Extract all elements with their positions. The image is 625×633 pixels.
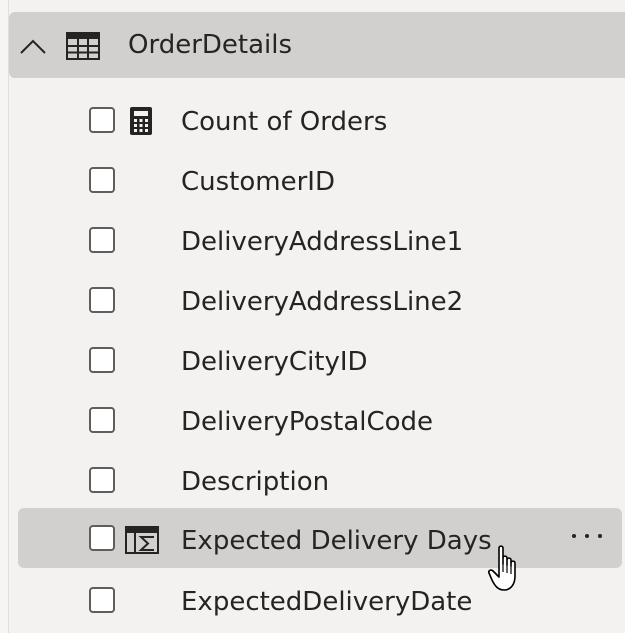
field-row-expected-delivery-days[interactable]: Expected Delivery Days	[18, 508, 622, 568]
field-checkbox[interactable]	[89, 167, 115, 193]
field-checkbox[interactable]	[89, 525, 115, 551]
calculated-column-icon	[125, 526, 159, 558]
field-checkbox[interactable]	[89, 287, 115, 313]
more-options-button[interactable]	[566, 516, 608, 556]
table-header-orderdetails[interactable]: OrderDetails	[9, 12, 625, 78]
field-row-deliverypostalcode[interactable]: DeliveryPostalCode	[18, 393, 622, 451]
hand-pointer-cursor-icon	[488, 544, 526, 598]
chevron-up-icon[interactable]	[19, 32, 47, 58]
field-checkbox[interactable]	[89, 347, 115, 373]
field-row-count-of-orders[interactable]: Count of Orders	[18, 93, 622, 151]
field-checkbox[interactable]	[89, 227, 115, 253]
field-row-deliveryaddressline1[interactable]: DeliveryAddressLine1	[18, 213, 622, 271]
field-label: DeliveryAddressLine2	[181, 287, 464, 317]
field-label: ExpectedDeliveryDate	[181, 587, 473, 617]
field-checkbox[interactable]	[89, 467, 115, 493]
fields-pane: OrderDetails Count of Orders CustomerID	[0, 0, 625, 633]
field-label: CustomerID	[181, 167, 335, 197]
field-label: Description	[181, 467, 330, 497]
field-row-deliverycityid[interactable]: DeliveryCityID	[18, 333, 622, 391]
field-checkbox[interactable]	[89, 107, 115, 133]
field-label: DeliveryCityID	[181, 347, 368, 377]
field-row-deliveryaddressline2[interactable]: DeliveryAddressLine2	[18, 273, 622, 331]
field-row-description[interactable]: Description	[18, 453, 622, 511]
field-row-customerid[interactable]: CustomerID	[18, 153, 622, 211]
field-label: Count of Orders	[181, 107, 388, 137]
field-label: DeliveryPostalCode	[181, 407, 434, 437]
table-name: OrderDetails	[128, 30, 293, 60]
calculator-icon	[130, 107, 152, 139]
field-checkbox[interactable]	[89, 407, 115, 433]
field-label: DeliveryAddressLine1	[181, 227, 464, 257]
field-checkbox[interactable]	[89, 587, 115, 613]
field-label: Expected Delivery Days	[181, 526, 492, 556]
table-icon	[66, 32, 100, 64]
field-row-expecteddeliverydate[interactable]: ExpectedDeliveryDate	[18, 573, 622, 631]
ellipsis-icon	[572, 534, 602, 538]
